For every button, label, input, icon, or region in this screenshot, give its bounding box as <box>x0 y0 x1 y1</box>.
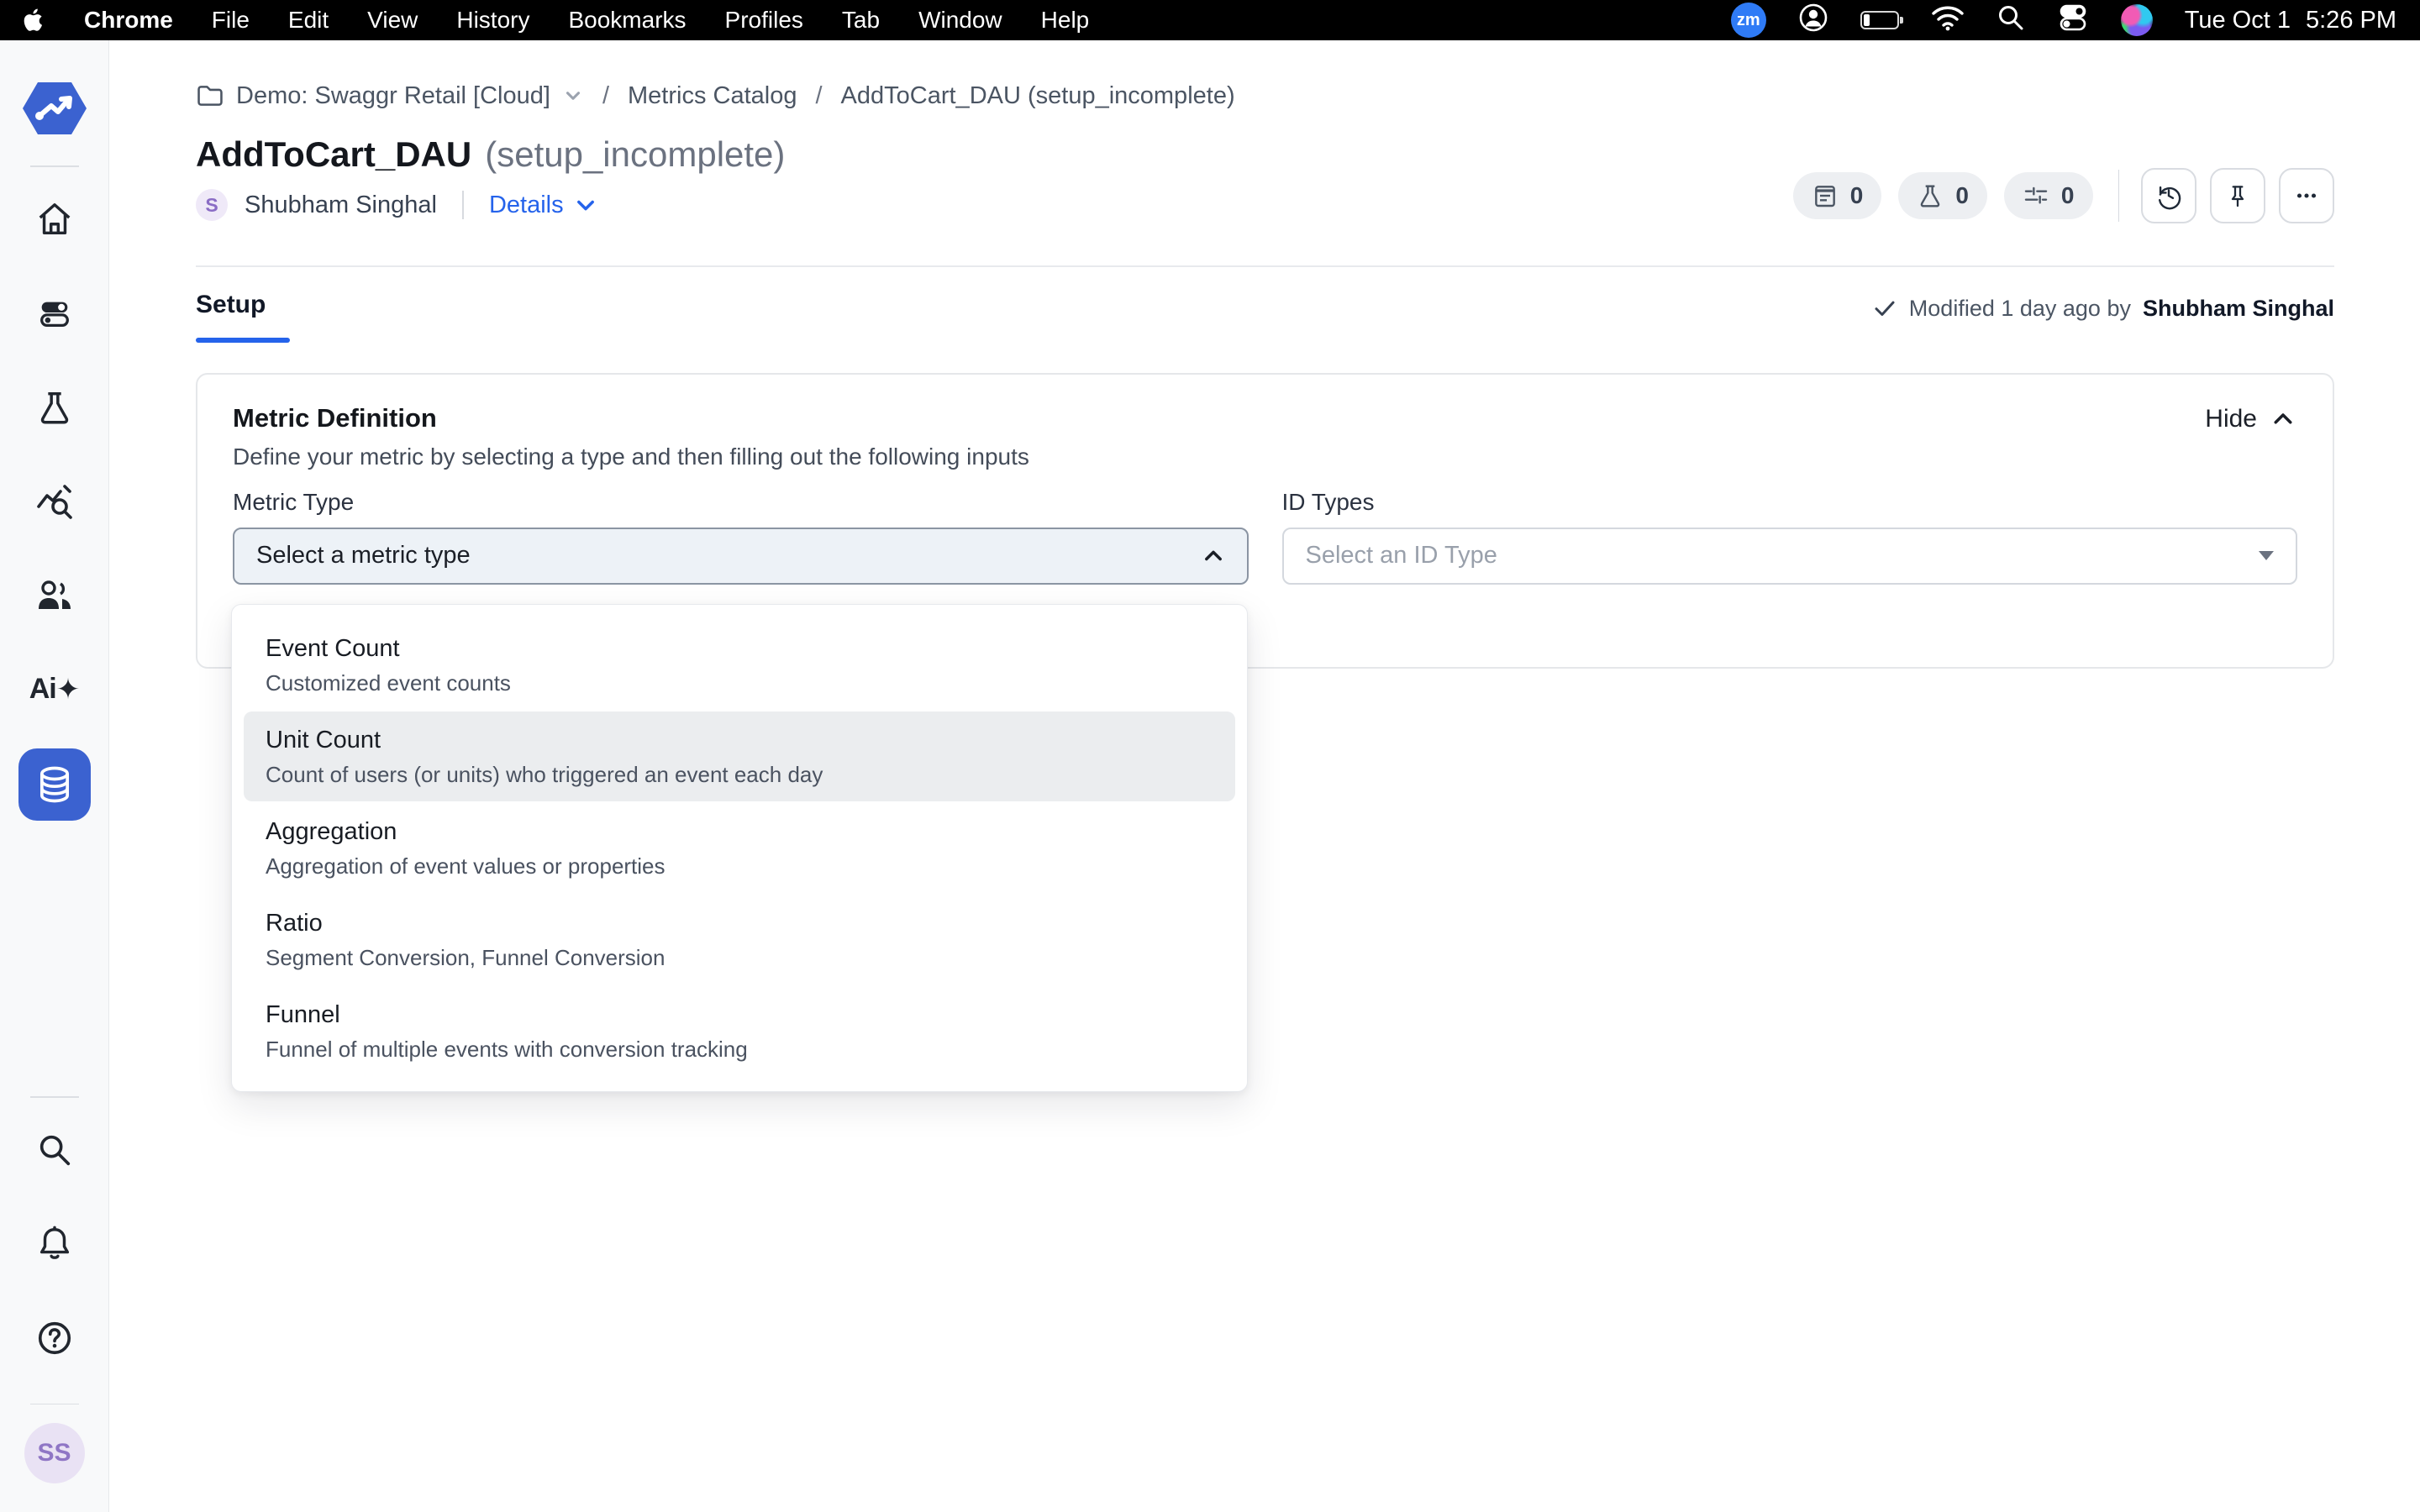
menu-item-edit[interactable]: Edit <box>288 7 329 34</box>
metric-type-option-funnel[interactable]: Funnel Funnel of multiple events with co… <box>244 986 1235 1076</box>
vertical-divider <box>2118 170 2120 222</box>
metric-type-select[interactable]: Select a metric type <box>233 528 1249 585</box>
folder-icon <box>196 81 224 110</box>
modified-author: Shubham Singhal <box>2143 296 2334 322</box>
modified-status: Modified 1 day ago by Shubham Singhal <box>1872 291 2334 322</box>
sidebar-divider <box>30 1404 79 1405</box>
metric-type-option-event-count[interactable]: Event Count Customized event counts <box>244 620 1235 710</box>
screen: Chrome File Edit View History Bookmarks … <box>0 0 2420 1512</box>
owner-avatar: S <box>196 189 228 221</box>
sidebar-divider <box>30 165 79 167</box>
sidebar-notifications-icon[interactable] <box>34 1224 75 1264</box>
settings-count-badge[interactable]: 0 <box>2004 172 2093 219</box>
breadcrumb-current: AddToCart_DAU (setup_incomplete) <box>841 82 1235 110</box>
metric-type-option-aggregation[interactable]: Aggregation Aggregation of event values … <box>244 803 1235 893</box>
sidebar-item-users[interactable] <box>34 575 75 616</box>
page-title: AddToCart_DAU <box>196 134 471 175</box>
history-button[interactable] <box>2141 168 2196 223</box>
sidebar: Ai✦ SS <box>0 40 109 1512</box>
user-avatar[interactable]: SS <box>24 1423 85 1483</box>
control-center-icon[interactable] <box>2057 3 2089 38</box>
sliders-icon <box>2023 182 2049 209</box>
metric-type-option-unit-count[interactable]: Unit Count Count of users (or units) who… <box>244 711 1235 801</box>
statsig-logo[interactable] <box>21 79 88 142</box>
breadcrumb-project[interactable]: Demo: Swaggr Retail [Cloud] <box>196 81 584 110</box>
menubar-date[interactable]: Tue Oct 1 <box>2185 7 2291 34</box>
menu-item-profiles[interactable]: Profiles <box>725 7 803 34</box>
apple-menu-icon[interactable] <box>24 8 45 33</box>
owner-name: Shubham Singhal <box>245 192 437 219</box>
sidebar-divider <box>30 1096 79 1098</box>
menu-item-chrome[interactable]: Chrome <box>84 7 173 34</box>
sidebar-item-metrics-catalog-active[interactable] <box>18 748 91 821</box>
breadcrumb-metrics-catalog[interactable]: Metrics Catalog <box>628 82 797 110</box>
battery-icon[interactable] <box>1860 11 1899 29</box>
chevron-up-icon <box>2270 407 2296 432</box>
active-tab-underline <box>196 338 290 343</box>
menu-item-window[interactable]: Window <box>918 7 1002 34</box>
sidebar-item-home[interactable] <box>34 199 75 239</box>
hide-section-button[interactable]: Hide <box>2205 405 2296 433</box>
check-icon <box>1872 296 1897 321</box>
schedule-count-badge[interactable]: 0 <box>1793 172 1882 219</box>
menu-item-tab[interactable]: Tab <box>842 7 880 34</box>
metric-type-dropdown: Event Count Customized event counts Unit… <box>231 604 1248 1092</box>
scorecard-icon <box>1812 182 1839 209</box>
menu-item-bookmarks[interactable]: Bookmarks <box>568 7 686 34</box>
experiments-count-badge[interactable]: 0 <box>1898 172 1987 219</box>
sidebar-item-experiments[interactable] <box>34 387 75 428</box>
pin-icon <box>2224 182 2251 209</box>
zoom-app-icon[interactable]: zm <box>1731 3 1766 38</box>
metric-type-label: Metric Type <box>233 489 1249 516</box>
wifi-icon[interactable] <box>1931 4 1965 37</box>
user-account-icon[interactable] <box>1798 3 1828 39</box>
id-types-label: ID Types <box>1282 489 2298 516</box>
menu-item-history[interactable]: History <box>456 7 529 34</box>
tab-setup[interactable]: Setup <box>196 291 290 343</box>
history-icon <box>2154 181 2183 210</box>
chevron-up-icon <box>1202 544 1225 568</box>
siri-icon[interactable] <box>2121 4 2153 36</box>
page-status: (setup_incomplete) <box>485 134 785 175</box>
id-types-select[interactable]: Select an ID Type <box>1282 528 2298 585</box>
sidebar-search-icon[interactable] <box>34 1130 75 1170</box>
main-content: Demo: Swaggr Retail [Cloud] / Metrics Ca… <box>109 40 2420 1512</box>
card-subtitle: Define your metric by selecting a type a… <box>233 444 2297 470</box>
card-title: Metric Definition <box>233 403 2297 433</box>
chevron-down-icon <box>562 85 584 107</box>
breadcrumb: Demo: Swaggr Retail [Cloud] / Metrics Ca… <box>196 77 2334 114</box>
sidebar-item-ai[interactable]: Ai✦ <box>34 669 75 710</box>
more-options-button[interactable] <box>2279 168 2334 223</box>
vertical-divider <box>462 191 464 219</box>
details-toggle[interactable]: Details <box>489 192 597 219</box>
macos-menu-bar: Chrome File Edit View History Bookmarks … <box>0 0 2420 40</box>
menu-item-view[interactable]: View <box>367 7 418 34</box>
menu-item-help[interactable]: Help <box>1041 7 1090 34</box>
header-actions: 0 0 0 <box>1776 168 2334 223</box>
caret-down-icon <box>2259 551 2274 560</box>
breadcrumb-separator: / <box>597 82 614 110</box>
breadcrumb-separator: / <box>810 82 827 110</box>
pin-button[interactable] <box>2210 168 2265 223</box>
chevron-down-icon <box>574 193 597 217</box>
ellipsis-icon <box>2292 181 2321 210</box>
menu-item-file[interactable]: File <box>212 7 250 34</box>
metric-type-option-ratio[interactable]: Ratio Segment Conversion, Funnel Convers… <box>244 895 1235 984</box>
menubar-time[interactable]: 5:26 PM <box>2306 7 2396 34</box>
sidebar-item-metrics-explore[interactable] <box>34 481 75 522</box>
sidebar-help-icon[interactable] <box>34 1318 75 1358</box>
sidebar-item-feature-gates[interactable] <box>34 293 75 333</box>
flask-icon <box>1917 182 1944 209</box>
spotlight-search-icon[interactable] <box>1996 3 2025 38</box>
